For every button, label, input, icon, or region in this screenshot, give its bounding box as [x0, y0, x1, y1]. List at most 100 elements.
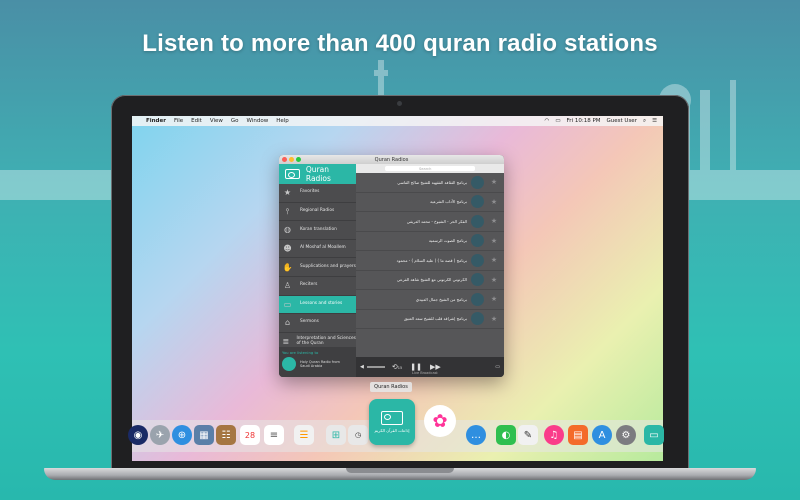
- launchpad-icon[interactable]: ✈: [150, 425, 170, 445]
- favorite-star-icon[interactable]: ★: [488, 256, 500, 264]
- station-title: برنامج الثقافة الفقهية للشيخ صالح الفاسي: [397, 179, 467, 185]
- app-store-icon[interactable]: A: [592, 425, 612, 445]
- listening-label: You are listening to: [282, 350, 319, 355]
- sidebar-item-label: Reciters: [300, 282, 318, 288]
- sidebar-item-supplications[interactable]: ✋ Supplications and prayers: [279, 258, 356, 277]
- sidebar-item-sermons[interactable]: ⌂ Sermons: [279, 314, 356, 333]
- station-row[interactable]: برنامج من الشيخ جمال العبيدي ★: [356, 290, 504, 310]
- dock-tooltip: Quran Radios: [370, 382, 412, 392]
- volume-icon[interactable]: ◀: [360, 364, 364, 370]
- ibooks-icon[interactable]: ▤: [568, 425, 588, 445]
- sidebar-item-lessons[interactable]: ▭ Lessons and stories: [279, 295, 356, 315]
- station-thumbnail[interactable]: [282, 357, 296, 371]
- pause-button[interactable]: ❚❚: [410, 363, 422, 371]
- station-row[interactable]: برنامج إشراقة قلب للشيخ سعد العتيق ★: [356, 310, 504, 329]
- player-bar: ◀ ⟲15 ❚❚ ▶▶ ▭ Live Broadcast: [356, 357, 504, 377]
- photos-icon[interactable]: ✿: [424, 405, 456, 437]
- system-preferences-icon[interactable]: ⚙: [616, 425, 636, 445]
- menu-finder[interactable]: Finder: [146, 118, 166, 124]
- clock[interactable]: Fri 10:18 PM: [567, 118, 601, 124]
- calendar-day: 28: [244, 430, 256, 440]
- facetime-icon[interactable]: ◐: [496, 425, 516, 445]
- messages-icon[interactable]: …: [466, 425, 486, 445]
- favorite-star-icon[interactable]: ★: [488, 237, 500, 245]
- hands-icon: ✋: [282, 262, 293, 272]
- mosque-icon: ⌂: [284, 318, 291, 328]
- reminders-icon[interactable]: ☰: [294, 425, 314, 445]
- station-list-panel: Search برنامج الثقافة الفقهية للشيخ صالح…: [356, 164, 504, 377]
- station-row[interactable]: برنامج الآداب الشرعية ★: [356, 193, 504, 212]
- books-icon[interactable]: ✎: [518, 425, 538, 445]
- menu-help[interactable]: Help: [276, 118, 289, 124]
- station-avatar: [471, 312, 484, 326]
- airplay-icon[interactable]: ▭: [495, 364, 500, 370]
- favorite-star-icon[interactable]: ★: [488, 198, 500, 206]
- globe-icon: ◍: [284, 225, 291, 235]
- station-title: برنامج من الشيخ جمال العبيدي: [415, 296, 467, 302]
- station-row[interactable]: برنامج الصوت الرسمية ★: [356, 232, 504, 251]
- station-title: الفكر الحر - الشيوخ - محمد العريفي: [406, 218, 467, 224]
- calendar-icon[interactable]: 28: [240, 425, 260, 445]
- rewind-button[interactable]: ⟲15: [392, 363, 402, 371]
- search-input[interactable]: Search: [385, 166, 475, 171]
- time-machine-icon[interactable]: ◷: [348, 425, 368, 445]
- menu-go[interactable]: Go: [231, 118, 239, 124]
- siri-icon[interactable]: ◉: [128, 425, 148, 445]
- keynote-icon[interactable]: ⊞: [326, 425, 346, 445]
- sidebar-item-label: Interpretation and Sciences of the Quran: [296, 335, 356, 346]
- now-playing-panel: You are listening to Holy Quran Radio fr…: [279, 347, 356, 377]
- sidebar-item-regional-radios[interactable]: ⫯ Regional Radios: [279, 203, 356, 222]
- contacts-icon[interactable]: ☷: [216, 425, 236, 445]
- station-row[interactable]: الفكر الحر - الشيوخ - محمد العريفي ★: [356, 212, 504, 232]
- search-icon[interactable]: ⌕: [643, 118, 646, 125]
- sidebar-item-label: Koran translation: [300, 226, 337, 232]
- notification-icon[interactable]: ☰: [652, 118, 657, 124]
- headline: Listen to more than 400 quran radio stat…: [142, 30, 658, 57]
- window-titlebar: Quran Radios: [279, 155, 504, 164]
- quran-radios-dock-icon[interactable]: إذاعات القرآن الكريم: [369, 399, 415, 445]
- station-avatar: [471, 292, 484, 306]
- sidebar-item-label: Supplications and prayers: [300, 263, 356, 269]
- favorite-star-icon[interactable]: ★: [488, 295, 500, 303]
- menu-file[interactable]: File: [174, 118, 183, 124]
- menu-window[interactable]: Window: [247, 118, 269, 124]
- menu-bar: Finder File Edit View Go Window Help ◠ ▭…: [132, 116, 663, 126]
- station-row[interactable]: برنامج ( قصة ما ) ( عليه السلام ) - محمو…: [356, 251, 504, 271]
- user-menu[interactable]: Guest User: [607, 118, 637, 124]
- notes-icon[interactable]: ≡: [264, 425, 284, 445]
- sidebar-header: Quran Radios: [279, 164, 356, 184]
- favorite-star-icon[interactable]: ★: [488, 315, 500, 323]
- radio-icon: [381, 411, 403, 425]
- sidebar-item-al-moshaf[interactable]: ☻ Al Moshaf al Moallem: [279, 240, 356, 259]
- sidebar-item-reciters[interactable]: ♙ Reciters: [279, 277, 356, 296]
- laptop-notch: [346, 468, 454, 473]
- menu-view[interactable]: View: [210, 118, 223, 124]
- live-broadcast-label: Live Broadcast: [412, 371, 438, 375]
- station-avatar: [471, 273, 484, 287]
- sidebar-item-favorites[interactable]: ★ Favorites: [279, 184, 356, 203]
- station-row[interactable]: برنامج الثقافة الفقهية للشيخ صالح الفاسي…: [356, 173, 504, 193]
- favorite-star-icon[interactable]: ★: [488, 178, 500, 186]
- favorite-star-icon[interactable]: ★: [488, 276, 500, 284]
- search-placeholder: Search: [419, 166, 432, 171]
- sidebar-item-koran-translation[interactable]: ◍ Koran translation: [279, 221, 356, 240]
- battery-icon[interactable]: ▭: [555, 118, 560, 124]
- photos-preview-icon[interactable]: ▦: [194, 425, 214, 445]
- quran-radios-small-icon[interactable]: ▭: [644, 425, 664, 445]
- volume-slider[interactable]: [366, 366, 385, 368]
- book-stack-icon: ≣: [282, 337, 290, 347]
- dock-app-caption: إذاعات القرآن الكريم: [374, 428, 410, 433]
- station-avatar: [471, 253, 484, 267]
- sidebar-item-label: Regional Radios: [300, 207, 335, 213]
- station-title: برنامج إشراقة قلب للشيخ سعد العتيق: [403, 316, 467, 322]
- wifi-icon[interactable]: ◠: [545, 118, 550, 124]
- station-avatar: [471, 175, 484, 189]
- favorite-star-icon[interactable]: ★: [488, 217, 500, 225]
- safari-icon[interactable]: ⊕: [172, 425, 192, 445]
- itunes-icon[interactable]: ♫: [544, 425, 564, 445]
- menu-edit[interactable]: Edit: [191, 118, 202, 124]
- next-button[interactable]: ▶▶: [430, 363, 441, 371]
- station-avatar: [471, 214, 484, 228]
- sidebar-item-label: Sermons: [300, 319, 319, 325]
- station-row[interactable]: الكرتوني الكرتوني مع الشيخ شاهد الفرعي ★: [356, 271, 504, 290]
